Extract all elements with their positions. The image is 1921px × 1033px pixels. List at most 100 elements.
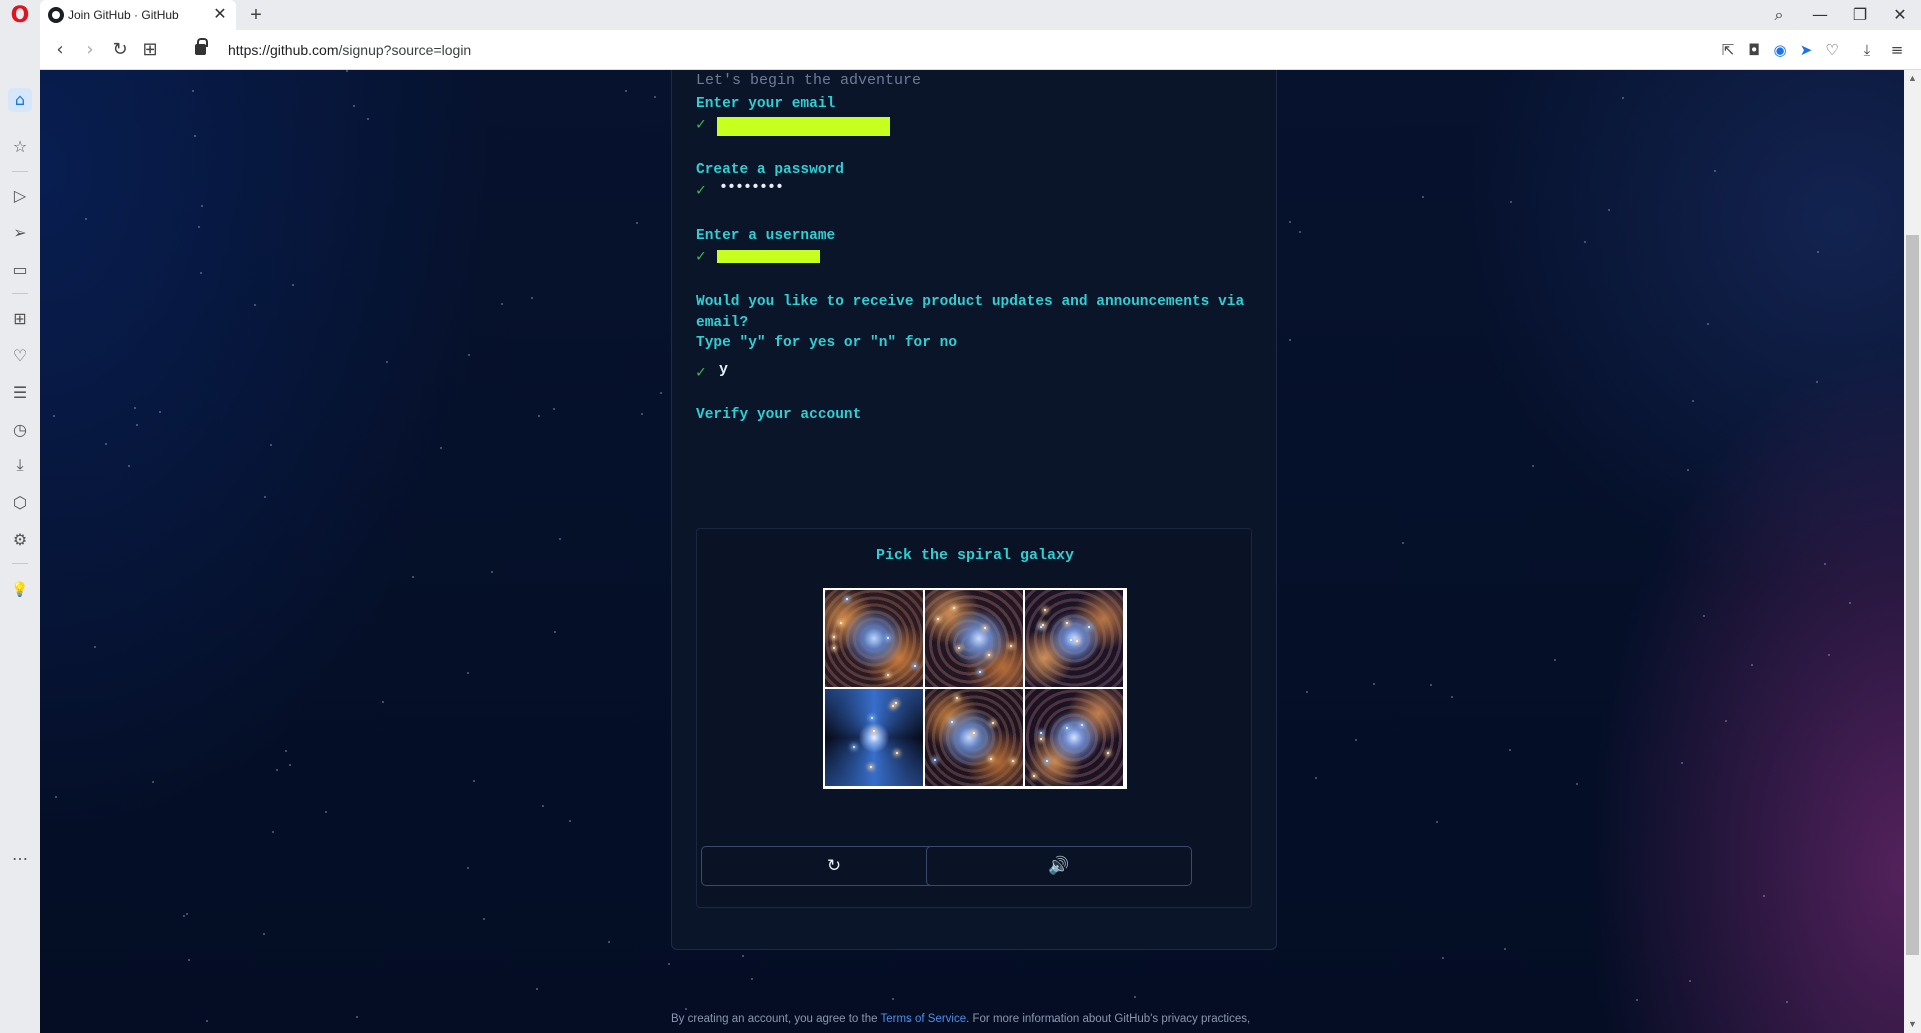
star-dot xyxy=(194,135,196,137)
galaxy-image-3[interactable] xyxy=(1025,590,1123,687)
close-window-button[interactable]: ✕ xyxy=(1883,2,1917,28)
star-dot xyxy=(554,631,556,633)
star-dot xyxy=(636,222,638,224)
scroll-up-arrow-icon[interactable]: ▲ xyxy=(1904,70,1921,87)
extensions-icon[interactable]: ⬡ xyxy=(8,491,32,515)
back-button[interactable]: ‹ xyxy=(48,38,72,62)
star-dot xyxy=(1681,762,1683,764)
page-scrollbar[interactable]: ▲ ▼ xyxy=(1904,70,1921,1033)
github-favicon-icon xyxy=(48,7,64,23)
sidebar-divider xyxy=(12,563,28,564)
wallet-icon[interactable]: ▭ xyxy=(8,258,32,282)
url-host: https://github.com xyxy=(228,42,339,58)
galaxy-image-1[interactable] xyxy=(825,590,923,687)
star-dot xyxy=(660,392,662,394)
email-field[interactable] xyxy=(717,117,890,136)
star-sparkle xyxy=(951,721,953,723)
star-dot xyxy=(1509,749,1511,751)
star-sparkle xyxy=(973,732,975,734)
galaxy-image-2[interactable] xyxy=(925,590,1023,687)
sidebar-divider xyxy=(12,293,28,294)
signup-card: Let's begin the adventure Enter your ema… xyxy=(671,70,1277,950)
star-dot xyxy=(276,769,278,771)
search-tabs-icon[interactable]: ⌕ xyxy=(1762,2,1796,28)
workspaces-icon[interactable]: ⊞ xyxy=(8,307,32,331)
news-icon[interactable]: ☰ xyxy=(8,381,32,405)
sidebar-more-icon[interactable]: … xyxy=(8,843,32,867)
forward-button[interactable]: › xyxy=(78,38,102,62)
galaxy-image-5[interactable] xyxy=(925,689,1023,786)
tab-github-signup[interactable]: Join GitHub · GitHub ✕ xyxy=(40,0,236,30)
username-label: Enter a username xyxy=(696,228,836,244)
adblock-shield-icon[interactable]: ◉ xyxy=(1769,39,1791,61)
settings-gear-icon[interactable]: ⚙ xyxy=(8,528,32,552)
home-icon[interactable]: ⌂ xyxy=(8,88,32,112)
terms-of-service-link[interactable]: Terms of Service xyxy=(880,1013,966,1025)
star-dot xyxy=(892,998,894,1000)
browser-sidebar: ⌂ ☆ ▷ ➢ ▭ ⊞ ♡ ☰ ◷ ⤓ ⬡ ⚙ 💡 … xyxy=(0,30,40,1033)
downloads-icon[interactable]: ⤓ xyxy=(1856,39,1878,61)
star-dot xyxy=(263,933,265,935)
sidebar-downloads-icon[interactable]: ⤓ xyxy=(8,453,32,477)
star-dot xyxy=(386,361,388,363)
bookmark-heart-icon[interactable]: ♡ xyxy=(1821,39,1843,61)
star-sparkle xyxy=(833,636,835,638)
galaxy-image-6[interactable] xyxy=(1025,689,1123,786)
star-sparkle xyxy=(934,759,936,761)
flow-send-icon[interactable]: ➤ xyxy=(1795,39,1817,61)
lock-icon[interactable] xyxy=(195,38,208,55)
restore-button[interactable]: ❐ xyxy=(1843,2,1877,28)
star-dot xyxy=(538,415,540,417)
password-check-icon: ✓ xyxy=(696,182,706,200)
star-dot xyxy=(325,811,327,813)
my-flow-icon[interactable]: ➢ xyxy=(8,221,32,245)
tips-lightbulb-icon[interactable]: 💡 xyxy=(8,578,32,602)
url-field[interactable]: https://github.com/signup?source=login xyxy=(228,42,471,58)
star-sparkle xyxy=(956,697,958,699)
easy-setup-menu-icon[interactable]: ≡ xyxy=(1886,39,1908,61)
star-dot xyxy=(152,781,154,783)
star-dot xyxy=(1608,209,1610,211)
star-dot xyxy=(412,576,414,578)
sidebar-divider xyxy=(12,171,28,172)
url-path: /signup?source=login xyxy=(338,42,472,58)
star-dot xyxy=(1817,251,1819,253)
star-dot xyxy=(1622,97,1624,99)
star-sparkle xyxy=(1044,609,1046,611)
email-label: Enter your email xyxy=(696,96,836,112)
minimize-button[interactable]: — xyxy=(1803,2,1837,28)
email-check-icon: ✓ xyxy=(696,116,706,134)
tab-close-button[interactable]: ✕ xyxy=(210,5,230,25)
star-dot xyxy=(1355,739,1357,741)
new-tab-button[interactable]: + xyxy=(244,3,268,27)
star-sparkle xyxy=(1088,626,1090,628)
scroll-down-arrow-icon[interactable]: ▼ xyxy=(1904,1016,1921,1033)
player-icon[interactable]: ▷ xyxy=(8,184,32,208)
star-sparkle xyxy=(1040,626,1042,628)
star-sparkle xyxy=(990,758,992,760)
star-sparkle xyxy=(1107,752,1109,754)
star-dot xyxy=(188,959,190,961)
star-dot xyxy=(1289,221,1291,223)
bookmarks-icon[interactable]: ♡ xyxy=(8,344,32,368)
history-icon[interactable]: ◷ xyxy=(8,418,32,442)
updates-answer-field[interactable]: y xyxy=(719,361,728,378)
password-field[interactable]: •••••••• xyxy=(719,179,784,196)
captcha-panel: Pick the spiral galaxy ↻ 🔊 xyxy=(696,528,1252,908)
tab-snapshot-icon[interactable]: ⊞ xyxy=(138,38,162,62)
galaxy-image-4[interactable] xyxy=(825,689,923,786)
speed-dial-icon[interactable]: ☆ xyxy=(8,135,32,159)
speaker-icon: 🔊 xyxy=(1048,856,1070,876)
snapshot-icon[interactable]: ◘ xyxy=(1743,39,1765,61)
share-icon[interactable]: ⇱ xyxy=(1717,39,1739,61)
captcha-audio-button[interactable]: 🔊 xyxy=(926,846,1192,886)
username-field[interactable] xyxy=(717,250,820,263)
scrollbar-thumb[interactable] xyxy=(1906,235,1919,955)
opera-logo-icon[interactable]: O xyxy=(8,4,32,28)
tab-bar: O Join GitHub · GitHub ✕ + ⌕ — ❐ ✕ xyxy=(0,0,1921,30)
star-dot xyxy=(668,963,670,965)
reload-button[interactable]: ↻ xyxy=(108,38,132,62)
star-sparkle xyxy=(1042,624,1044,626)
star-dot xyxy=(382,701,384,703)
terms-text-before: By creating an account, you agree to the xyxy=(671,1013,881,1025)
